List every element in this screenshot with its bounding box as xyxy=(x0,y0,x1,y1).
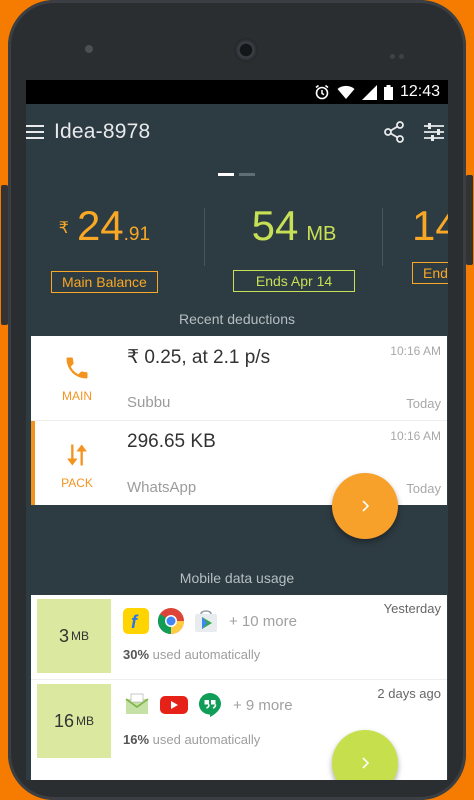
data-transfer-icon xyxy=(67,444,87,466)
partial-amount: 14 xyxy=(412,202,448,249)
front-camera xyxy=(234,38,258,62)
auto-usage-text: 16% used automatically xyxy=(123,732,261,747)
auto-usage-text: 30% used automatically xyxy=(123,647,261,662)
main-balance-label: Main Balance xyxy=(51,271,158,293)
deduction-type: PACK xyxy=(61,476,93,490)
data-pack-card[interactable]: 54 MB Ends Apr 14 xyxy=(233,200,355,292)
menu-icon[interactable] xyxy=(26,125,44,139)
phone-side-button-right xyxy=(466,175,473,265)
data-pack-expiry-label: Ends Apr 14 xyxy=(233,270,355,292)
alarm-icon xyxy=(315,84,329,100)
more-deductions-button[interactable] xyxy=(332,473,398,539)
settings-sliders-icon[interactable] xyxy=(422,120,446,144)
deduction-row[interactable]: MAIN ₹ 0.25, at 2.1 p/s Subbu 10:16 AM T… xyxy=(31,336,447,421)
main-balance-card[interactable]: ₹24.91 Main Balance xyxy=(51,200,158,293)
recent-deductions-title: Recent deductions xyxy=(179,311,295,327)
app-screen: 12:43 Idea-8978 ₹24.91 Main Balance 54 M… xyxy=(26,80,448,780)
usage-date: Yesterday xyxy=(383,601,441,616)
app-title[interactable]: Idea-8978 xyxy=(54,120,150,144)
usage-amount-box: 16 MB xyxy=(37,684,111,758)
wifi-icon xyxy=(337,85,355,99)
deduction-time: 10:16 AM xyxy=(390,344,441,358)
deduction-time: 10:16 AM xyxy=(390,429,441,443)
sensor-dots xyxy=(390,46,414,59)
next-balance-card-partial[interactable]: 14 End xyxy=(412,200,448,284)
chrome-app-icon xyxy=(157,608,185,635)
usage-amount: 16 xyxy=(53,710,75,731)
auto-usage-percent: 30% xyxy=(123,647,150,662)
chevron-right-icon xyxy=(362,500,370,512)
more-apps-count: + 9 more xyxy=(233,696,293,714)
auto-usage-percent: 16% xyxy=(123,732,150,747)
data-amount: 54 xyxy=(251,202,299,249)
status-bar: 12:43 xyxy=(26,80,448,104)
email-app-icon xyxy=(125,693,149,714)
deduction-app: WhatsApp xyxy=(127,479,197,496)
svg-text:f: f xyxy=(131,612,139,632)
page-indicator xyxy=(218,173,255,176)
deduction-amount: ₹ 0.25, at 2.1 p/s xyxy=(127,347,271,368)
phone-call-icon xyxy=(66,357,88,379)
usage-amount-box: 3 MB xyxy=(37,599,111,673)
play-store-app-icon xyxy=(195,610,217,632)
flipkart-app-icon: f xyxy=(123,608,149,634)
battery-icon xyxy=(383,84,393,100)
usage-amount: 3 xyxy=(58,625,69,646)
usage-date: 2 days ago xyxy=(377,686,441,701)
status-time: 12:43 xyxy=(399,83,440,100)
balance-carousel[interactable]: ₹24.91 Main Balance 54 MB Ends Apr 14 14 … xyxy=(26,200,448,293)
hangouts-app-icon xyxy=(199,693,221,717)
partial-label: End xyxy=(412,262,448,284)
deduction-day: Today xyxy=(406,481,441,496)
balance-decimal: .91 xyxy=(123,224,151,245)
deduction-type: MAIN xyxy=(62,389,92,403)
deduction-contact: Subbu xyxy=(127,394,171,411)
app-bar: Idea-8978 xyxy=(26,104,448,160)
deduction-amount: 296.65 KB xyxy=(127,431,216,452)
divider xyxy=(382,208,383,266)
deduction-day: Today xyxy=(406,396,441,411)
balance-whole: 24 xyxy=(76,202,124,249)
signal-icon xyxy=(361,84,377,100)
usage-unit: MB xyxy=(76,714,95,728)
usage-unit: MB xyxy=(71,629,89,643)
rupee-symbol: ₹ xyxy=(58,219,69,237)
earpiece xyxy=(85,45,93,53)
chevron-right-icon xyxy=(362,757,370,769)
youtube-app-icon xyxy=(160,696,188,714)
data-unit: MB xyxy=(306,223,337,245)
usage-row[interactable]: 3 MB f + 10 more 30% used automatically … xyxy=(31,595,447,680)
share-icon[interactable] xyxy=(382,120,406,144)
more-apps-count: + 10 more xyxy=(229,612,297,630)
divider xyxy=(204,208,205,266)
mobile-data-usage-title: Mobile data usage xyxy=(179,570,295,586)
phone-side-button xyxy=(1,185,8,325)
